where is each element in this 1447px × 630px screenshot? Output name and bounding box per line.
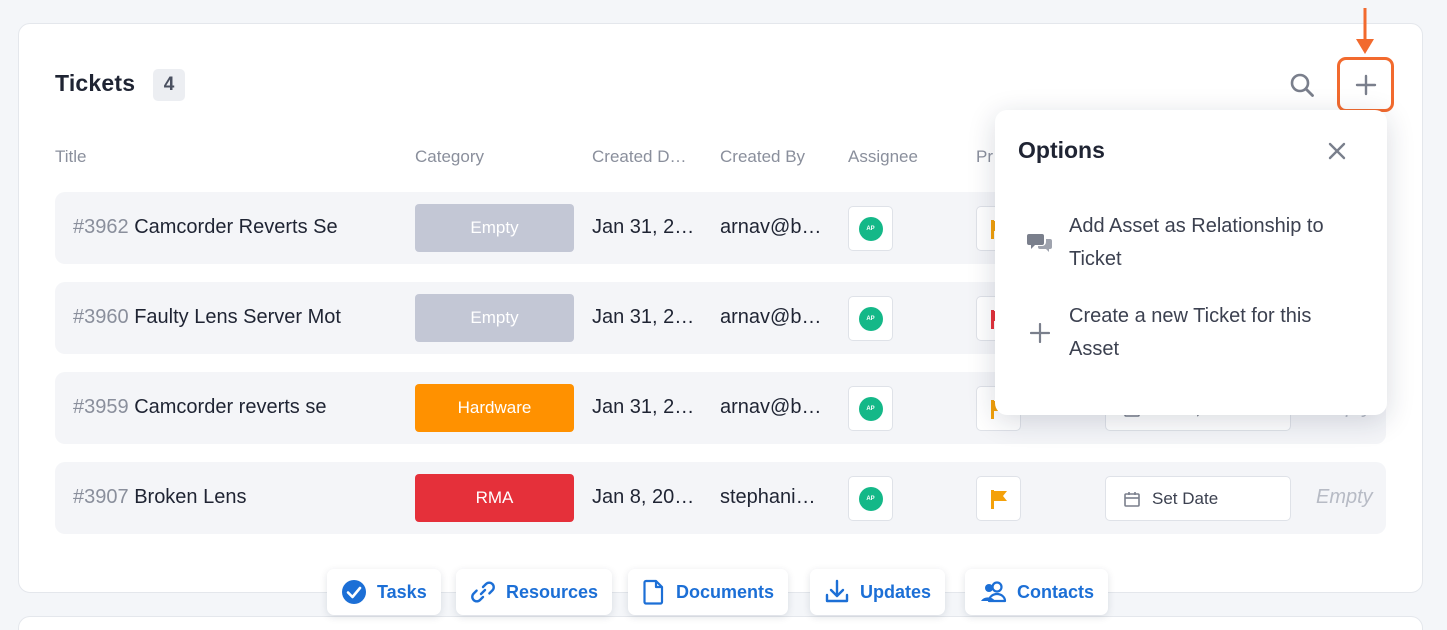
assignee-button[interactable]: AP (848, 206, 893, 251)
created-by: arnav@b… (720, 396, 822, 418)
ticket-name: Camcorder Reverts Se (134, 216, 338, 238)
arrow-down-annotation (1356, 8, 1374, 54)
next-card (18, 616, 1423, 630)
check-circle-icon (342, 580, 366, 604)
plus-icon (1355, 74, 1376, 95)
tab-resources[interactable]: Resources (456, 569, 613, 615)
created-date: Jan 8, 20… (592, 486, 695, 508)
users-icon (981, 581, 1007, 603)
tab-contacts[interactable]: Contacts (965, 569, 1109, 615)
tab-label: Contacts (1017, 581, 1095, 602)
tickets-count-badge: 4 (153, 69, 185, 101)
tab-label: Updates (860, 581, 932, 602)
assignee-button[interactable]: AP (848, 386, 893, 431)
category-pill[interactable]: Hardware (415, 384, 574, 432)
category-pill[interactable]: Empty (415, 294, 574, 342)
table-row[interactable]: #3907 Broken Lens RMA Jan 8, 20… stephan… (55, 462, 1386, 534)
ticket-title[interactable]: #3959 Camcorder reverts se (73, 396, 385, 419)
avatar: AP (858, 306, 883, 331)
set-date-label: Set Date (1152, 488, 1219, 508)
option-label: Create a new Ticket for this Asset (1069, 305, 1312, 360)
assignee-button[interactable]: AP (848, 476, 893, 521)
add-button[interactable] (1337, 57, 1394, 112)
tab-label: Documents (676, 581, 775, 602)
flag-icon (990, 489, 1007, 509)
created-by: arnav@b… (720, 306, 822, 328)
close-button[interactable] (1325, 139, 1349, 163)
ticket-number: #3907 (73, 486, 129, 508)
empty-value: Empty (1316, 486, 1373, 508)
ticket-number: #3960 (73, 306, 129, 328)
column-header-category[interactable]: Category (415, 147, 484, 167)
created-by: arnav@b… (720, 216, 822, 238)
ticket-title[interactable]: #3962 Camcorder Reverts Se (73, 216, 385, 239)
avatar: AP (858, 486, 883, 511)
ticket-name: Broken Lens (134, 486, 247, 508)
document-icon (643, 579, 664, 605)
avatar: AP (858, 396, 883, 421)
column-header-title[interactable]: Title (55, 147, 87, 167)
column-header-priority[interactable]: Pr (976, 147, 993, 167)
ticket-name: Faulty Lens Server Mot (134, 306, 341, 328)
plus-icon (1025, 323, 1055, 343)
ticket-title[interactable]: #3907 Broken Lens (73, 486, 385, 509)
tab-label: Tasks (377, 581, 427, 602)
option-label: Add Asset as Relationship to Ticket (1069, 215, 1324, 270)
bottom-tab-bar: Tasks Resources Documents Updates Contac… (0, 569, 1447, 615)
column-header-assignee[interactable]: Assignee (848, 147, 918, 167)
ticket-name: Camcorder reverts se (134, 396, 327, 418)
chat-bubbles-icon (1025, 230, 1055, 256)
priority-button[interactable] (976, 476, 1021, 521)
option-create-ticket[interactable]: Create a new Ticket for this Asset (1025, 300, 1359, 366)
download-icon (825, 579, 849, 603)
ticket-number: #3962 (73, 216, 129, 238)
option-add-asset-relationship[interactable]: Add Asset as Relationship to Ticket (1025, 210, 1359, 276)
ticket-title[interactable]: #3960 Faulty Lens Server Mot (73, 306, 385, 329)
options-popup: Options Add Asset as Relationship to Tic… (995, 110, 1387, 415)
created-date: Jan 31, 2… (592, 306, 695, 328)
assignee-button[interactable]: AP (848, 296, 893, 341)
category-pill[interactable]: RMA (415, 474, 574, 522)
ticket-number: #3959 (73, 396, 129, 418)
popup-title: Options (1018, 137, 1105, 163)
close-icon (1328, 142, 1346, 160)
avatar: AP (858, 216, 883, 241)
calendar-icon (1124, 491, 1140, 507)
created-date: Jan 31, 2… (592, 216, 695, 238)
created-by: stephani… (720, 486, 816, 508)
tab-updates[interactable]: Updates (810, 569, 946, 615)
category-pill[interactable]: Empty (415, 204, 574, 252)
column-header-created-date[interactable]: Created D… (592, 147, 696, 167)
tab-tasks[interactable]: Tasks (327, 569, 441, 615)
created-date: Jan 31, 2… (592, 396, 695, 418)
set-date-button[interactable]: Set Date (1105, 476, 1291, 521)
tab-documents[interactable]: Documents (628, 569, 789, 615)
column-header-created-by[interactable]: Created By (720, 147, 805, 167)
search-icon (1290, 73, 1314, 97)
search-button[interactable] (1286, 69, 1318, 101)
tickets-title: Tickets (55, 70, 136, 96)
tab-label: Resources (506, 581, 599, 602)
link-icon (471, 581, 495, 603)
